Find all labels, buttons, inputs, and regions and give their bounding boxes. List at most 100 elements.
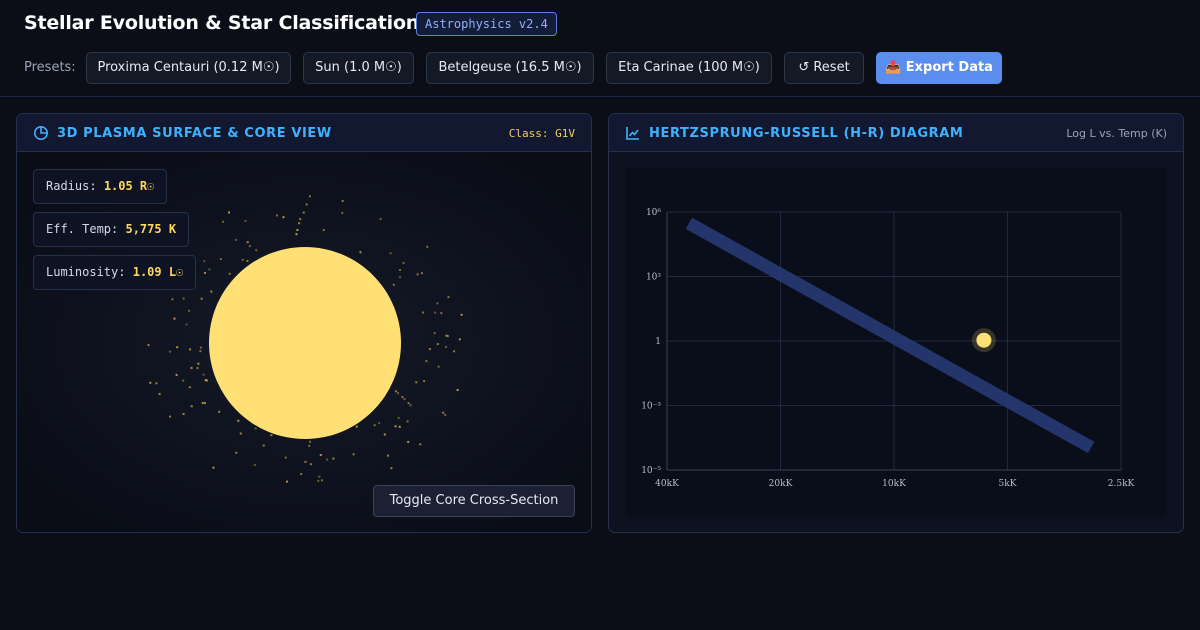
plasma-particle (237, 419, 240, 422)
plasma-particle (437, 365, 440, 368)
star-point (976, 332, 992, 348)
plasma-particle (210, 290, 213, 293)
plasma-particle (436, 302, 439, 305)
reset-button[interactable]: ↺ Reset (784, 52, 864, 84)
plasma-particle (442, 411, 445, 414)
radius-stat: Radius: 1.05 R☉ (33, 169, 168, 204)
plasma-particle (309, 440, 312, 443)
panel-header: 3D PLASMA SURFACE & CORE VIEW Class: G1V (17, 114, 591, 152)
plasma-particle (305, 203, 308, 206)
plasma-particle (426, 245, 429, 248)
plasma-particle (436, 343, 439, 346)
plasma-particle (425, 360, 428, 363)
temperature-value: 5,775 K (125, 222, 177, 236)
plasma-particle (299, 218, 302, 221)
plasma-particle (205, 379, 208, 382)
plasma-particle (189, 348, 192, 351)
hr-diagram-panel: HERTZSPRUNG-RUSSELL (H-R) DIAGRAM Log L … (608, 113, 1184, 533)
plasma-particle (222, 220, 225, 223)
plasma-particle (185, 323, 188, 326)
toggle-core-cross-section-button[interactable]: Toggle Core Cross-Section (373, 485, 575, 517)
x-tick-label: 20kK (769, 479, 793, 489)
plasma-particle (456, 389, 459, 391)
plasma-particle (341, 211, 344, 214)
plasma-particle (282, 216, 285, 219)
panel-header: HERTZSPRUNG-RUSSELL (H-R) DIAGRAM Log L … (609, 114, 1183, 152)
plasma-particle (387, 454, 390, 457)
export-data-button[interactable]: 📤 Export Data (876, 52, 1002, 84)
preset-betelgeuse-button[interactable]: Betelgeuse (16.5 M☉) (426, 52, 594, 84)
plasma-particle (304, 460, 307, 463)
plasma-particle (147, 344, 150, 347)
plasma-particle (171, 298, 174, 301)
x-tick-label: 5kK (999, 479, 1017, 489)
plasma-particle (176, 346, 179, 349)
plasma-particle (401, 396, 404, 399)
radius-label: Radius: (46, 179, 97, 193)
plasma-particle (173, 317, 176, 320)
plasma-particle (355, 425, 358, 428)
plasma-particle (421, 272, 423, 275)
plasma-particle (440, 312, 443, 315)
plasma-particle (378, 422, 381, 424)
star-sphere[interactable] (209, 247, 401, 439)
preset-proxima-button[interactable]: Proxima Centauri (0.12 M☉) (86, 52, 291, 84)
star-canvas[interactable] (17, 152, 592, 532)
plasma-particle (219, 258, 222, 261)
version-badge: Astrophysics v2.4 (416, 12, 557, 36)
plasma-particle (175, 373, 178, 376)
plasma-particle (253, 464, 256, 466)
plasma-particle (397, 392, 400, 395)
plasma-particle (407, 402, 410, 405)
plasma-particle (244, 220, 247, 222)
presets-label: Presets: (24, 60, 76, 75)
plasma-particle (197, 362, 200, 365)
plasma-particle (155, 382, 158, 385)
hr-chart[interactable]: 40kK 20kK 10kK 5kK 2.5kK 10⁶ 10³ 1 10⁻³ 10⁻⁵ (625, 168, 1167, 516)
pie-chart-icon (34, 126, 48, 140)
plasma-particle (270, 434, 273, 437)
plasma-particle (308, 195, 311, 198)
plasma-particle (447, 296, 450, 299)
preset-sun-button[interactable]: Sun (1.0 M☉) (303, 52, 414, 84)
plasma-particle (322, 229, 325, 232)
plasma-particle (416, 273, 419, 276)
plasma-particle (228, 211, 230, 214)
plasma-particle (300, 473, 303, 475)
plasma-particle (332, 457, 335, 460)
plasma-particle (302, 211, 305, 214)
plasma-particle (422, 311, 425, 314)
plasma-particle (168, 350, 171, 353)
plasma-particle (444, 346, 447, 348)
plasma-particle (254, 427, 257, 430)
plasma-particle (241, 258, 244, 261)
plasma-particle (460, 313, 463, 316)
plasma-particle (199, 346, 202, 349)
plasma-particle (203, 260, 206, 263)
plasma-particle (309, 463, 312, 466)
plasma-particle (326, 458, 329, 461)
plasma-particle (317, 479, 320, 482)
temperature-label: Eff. Temp: (46, 222, 119, 236)
plasma-particle (199, 350, 202, 353)
preset-eta-carinae-button[interactable]: Eta Carinae (100 M☉) (606, 52, 772, 84)
plasma-particle (399, 276, 401, 279)
plasma-particle (235, 451, 238, 454)
plasma-particle (389, 252, 392, 255)
plasma-particle (318, 475, 321, 478)
plasma-particle (444, 413, 447, 416)
hr-subtitle: Log L vs. Temp (K) (1066, 127, 1167, 140)
radius-value: 1.05 R☉ (103, 179, 155, 193)
plasma-particle (275, 214, 278, 217)
plasma-particle (458, 338, 461, 341)
plasma-particle (234, 238, 237, 241)
plasma-particle (158, 393, 161, 396)
plasma-particle (352, 453, 355, 456)
plasma-particle (308, 444, 311, 447)
plasma-particle (390, 467, 393, 470)
plasma-particle (447, 335, 450, 338)
plasma-particle (246, 260, 249, 262)
plasma-particle (433, 332, 436, 335)
main-sequence-band (685, 217, 1095, 454)
plasma-particle (255, 249, 258, 252)
